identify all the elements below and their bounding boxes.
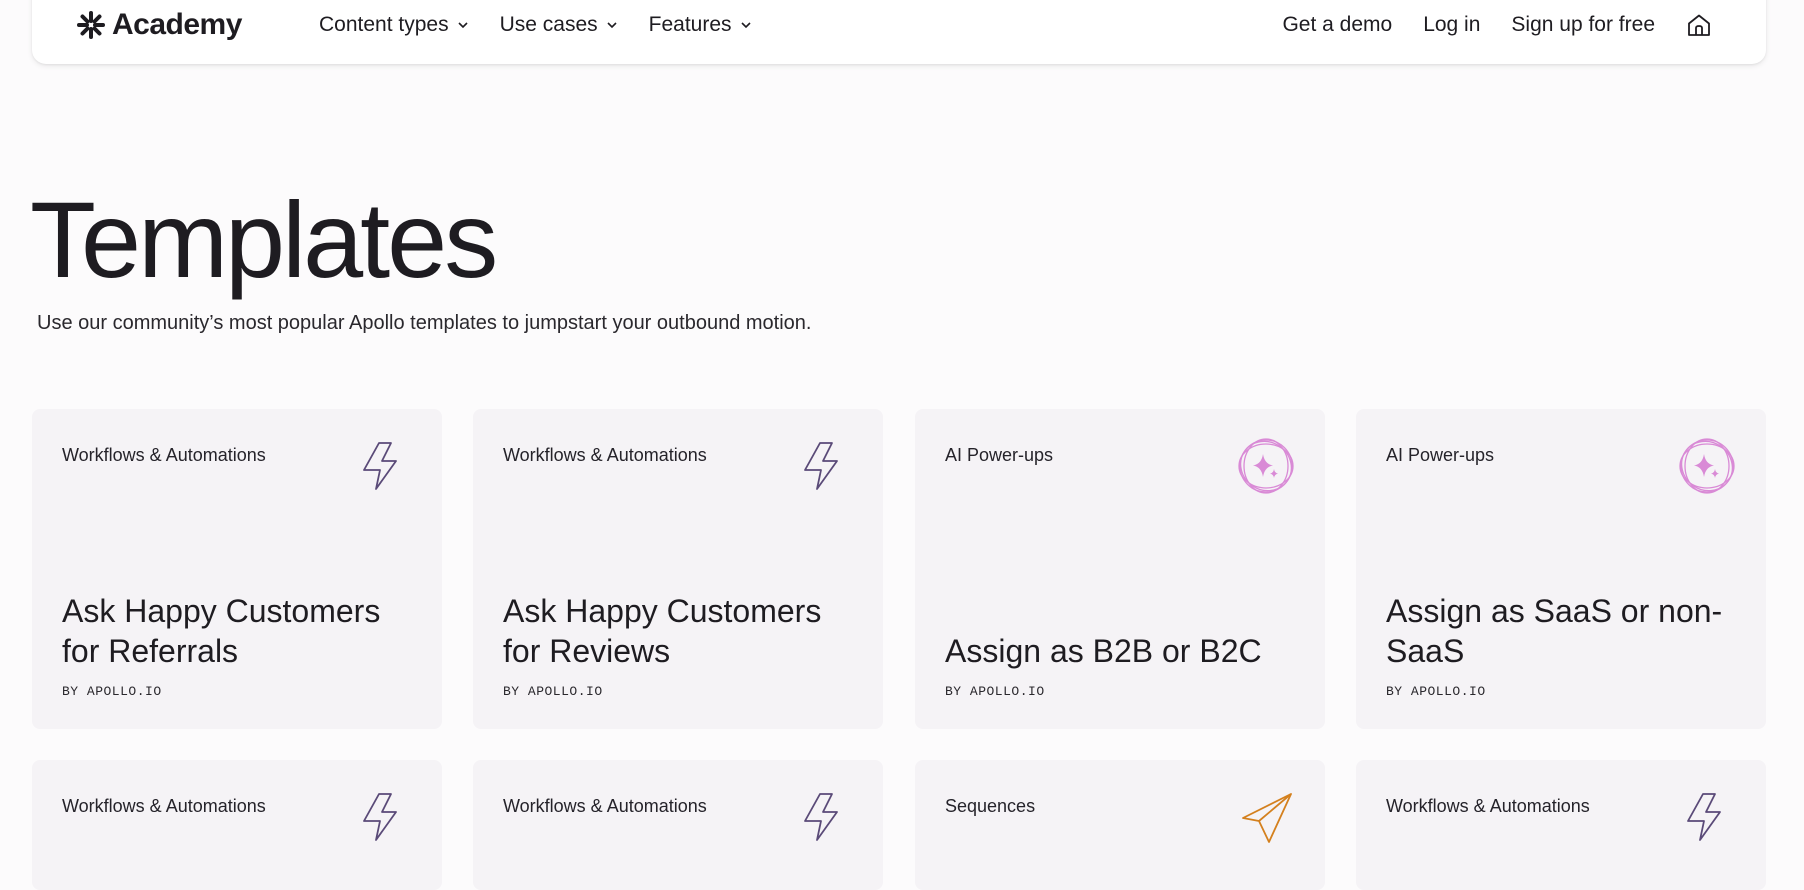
card-category: AI Power-ups (1386, 445, 1495, 465)
card-title: Ask Happy Customers for Referrals (62, 593, 381, 669)
chevron-down-icon (740, 22, 751, 29)
lightning-icon (1678, 788, 1736, 846)
page-subtitle: Use our community’s most popular Apollo … (37, 312, 812, 334)
template-card[interactable]: AI Power-ups Assign as SaaS or non-SaaS … (1356, 409, 1766, 729)
sparkle-icon (1678, 437, 1736, 495)
card-category: Workflows & Automations (62, 445, 266, 465)
card-category: Workflows & Automations (1386, 796, 1590, 816)
lightning-icon (795, 437, 853, 495)
card-author: BY APOLLO.IO (62, 684, 162, 699)
template-card[interactable]: Workflows & Automations Ask Happy Custom… (32, 409, 442, 729)
template-card[interactable]: Sequences (915, 760, 1325, 890)
card-category: Workflows & Automations (503, 445, 707, 465)
nav-actions: Get a demo Log in Sign up for free (1251, 7, 1712, 43)
card-category: Workflows & Automations (503, 796, 707, 816)
nav-features-label: Features (648, 13, 732, 36)
card-author: BY APOLLO.IO (945, 684, 1045, 699)
lightning-icon (795, 788, 853, 846)
template-card[interactable]: Workflows & Automations (32, 760, 442, 890)
home-button[interactable] (1686, 12, 1712, 38)
lightning-icon (354, 437, 412, 495)
sparkle-icon (1237, 437, 1295, 495)
card-category: Workflows & Automations (62, 796, 266, 816)
top-navbar: Academy Content types Use cases Features… (32, 0, 1766, 64)
nav-use-cases-label: Use cases (499, 13, 598, 36)
nav-content-types[interactable]: Content types (319, 13, 469, 37)
asterisk-logo-icon (77, 11, 105, 39)
home-icon (1688, 14, 1710, 36)
academy-logo[interactable]: Academy (76, 8, 242, 41)
main-nav: Content types Use cases Features (319, 10, 783, 40)
template-card[interactable]: AI Power-ups Assign as B2B or B2C BY APO… (915, 409, 1325, 729)
card-title: Assign as B2B or B2C (945, 633, 1262, 669)
nav-content-types-label: Content types (319, 13, 449, 36)
template-card[interactable]: Workflows & Automations Ask Happy Custom… (473, 409, 883, 729)
template-card[interactable]: Workflows & Automations (473, 760, 883, 890)
chevron-down-icon (458, 22, 468, 29)
lightning-icon (354, 788, 412, 846)
card-title: Assign as SaaS or non-SaaS (1386, 593, 1723, 669)
template-card[interactable]: Workflows & Automations (1356, 760, 1766, 890)
card-title: Ask Happy Customers for Reviews (503, 593, 822, 669)
chevron-down-icon (607, 22, 617, 29)
card-author: BY APOLLO.IO (503, 684, 603, 699)
sign-up-link[interactable]: Sign up for free (1511, 13, 1655, 37)
nav-features[interactable]: Features (649, 13, 752, 37)
log-in-link[interactable]: Log in (1423, 13, 1480, 37)
nav-use-cases[interactable]: Use cases (500, 13, 618, 37)
page-title: Templates (30, 179, 498, 300)
card-category: Sequences (945, 796, 1036, 816)
card-author: BY APOLLO.IO (1386, 684, 1486, 699)
card-category: AI Power-ups (945, 445, 1054, 465)
logo-text: Academy (112, 8, 242, 41)
get-demo-link[interactable]: Get a demo (1282, 13, 1392, 37)
paper-plane-icon (1237, 788, 1295, 846)
